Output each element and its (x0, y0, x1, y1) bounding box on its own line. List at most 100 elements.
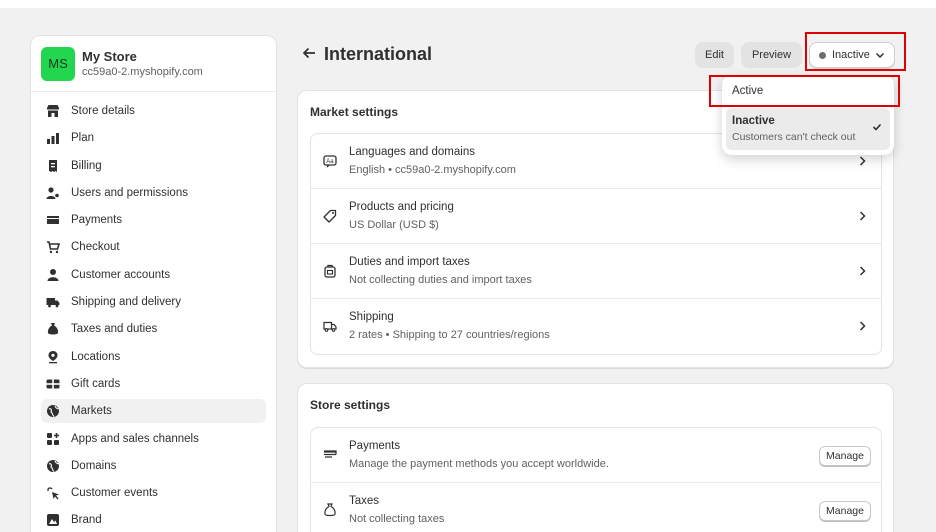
store-settings-card: Store settings Payments Manage the payme… (297, 383, 894, 532)
sidebar-item-apps[interactable]: Apps and sales channels (41, 427, 266, 451)
sidebar-item-brand[interactable]: Brand (41, 508, 266, 532)
sidebar-item-label: Brand (71, 514, 102, 527)
sidebar-item-label: Payments (71, 214, 123, 227)
duties-taxes-row[interactable]: Duties and import taxes Not collecting d… (311, 244, 881, 299)
option-label: Active (732, 85, 764, 97)
settings-sidebar: MS My Store cc59a0-2.myshopify.com Store… (30, 35, 277, 532)
chevron-right-icon (859, 211, 866, 221)
sidebar-item-shipping[interactable]: Shipping and delivery (41, 290, 266, 314)
person-icon (46, 268, 60, 282)
chevron-right-icon (859, 321, 866, 331)
market-settings-list: Aa Languages and domains English • cc59a… (310, 133, 882, 355)
card-title: Market settings (310, 105, 399, 119)
price-tag-icon (323, 209, 337, 223)
store-domain: cc59a0-2.myshopify.com (82, 66, 203, 78)
row-subtitle: Not collecting taxes (349, 513, 445, 525)
back-arrow-icon[interactable] (302, 46, 316, 60)
preview-button[interactable]: Preview (741, 42, 802, 68)
truck-icon (46, 295, 60, 309)
sidebar-item-label: Markets (71, 405, 112, 418)
chevron-down-icon (875, 52, 884, 59)
sidebar-item-billing[interactable]: Billing (41, 154, 266, 178)
row-subtitle: Manage the payment methods you accept wo… (349, 458, 609, 470)
edit-button[interactable]: Edit (695, 42, 734, 68)
store-name: My Store (82, 49, 137, 64)
sidebar-item-users[interactable]: Users and permissions (41, 181, 266, 205)
page-title: International (324, 44, 433, 64)
sidebar-item-checkout[interactable]: Checkout (41, 235, 266, 259)
sidebar-item-label: Checkout (71, 241, 120, 254)
sidebar-item-label: Billing (71, 159, 102, 172)
plan-icon (46, 131, 60, 145)
sidebar-item-label: Domains (71, 459, 117, 472)
sidebar-item-label: Users and permissions (71, 186, 188, 199)
duties-icon (324, 264, 336, 278)
sidebar-item-payments[interactable]: Payments (41, 208, 266, 232)
gift-card-icon (46, 377, 60, 391)
shipping-row[interactable]: Shipping 2 rates • Shipping to 27 countr… (311, 299, 881, 354)
status-dropdown-button[interactable]: Inactive (809, 42, 895, 68)
sidebar-item-label: Locations (71, 350, 121, 363)
sidebar-item-markets[interactable]: Markets (41, 399, 266, 424)
language-icon: Aa (323, 155, 337, 168)
store-settings-list: Payments Manage the payment methods you … (310, 427, 882, 532)
users-icon (46, 186, 60, 200)
manage-payments-button[interactable]: Manage (819, 446, 871, 466)
taxes-row: Taxes Not collecting taxes Manage (311, 483, 881, 532)
products-pricing-row[interactable]: Products and pricing US Dollar (USD $) (311, 189, 881, 244)
top-strip (0, 0, 936, 8)
checkmark-icon (872, 123, 882, 131)
sidebar-item-domains[interactable]: Domains (41, 454, 266, 478)
tax-icon (46, 322, 60, 336)
payments-row: Payments Manage the payment methods you … (311, 428, 881, 483)
sidebar-item-label: Customer accounts (71, 268, 171, 281)
store-avatar: MS (41, 46, 75, 81)
row-title: Products and pricing (349, 201, 454, 213)
apps-icon (46, 432, 60, 446)
manage-taxes-button[interactable]: Manage (819, 501, 871, 521)
billing-icon (46, 159, 60, 173)
svg-text:Aa: Aa (326, 159, 334, 165)
sidebar-item-gift-cards[interactable]: Gift cards (41, 372, 266, 396)
status-label: Inactive (832, 49, 870, 61)
sidebar-item-label: Apps and sales channels (71, 432, 199, 445)
tax-icon (324, 503, 336, 517)
sidebar-item-label: Shipping and delivery (71, 296, 181, 309)
sidebar-item-store-details[interactable]: Store details (41, 99, 266, 123)
brand-icon (46, 513, 60, 527)
sidebar-item-plan[interactable]: Plan (41, 126, 266, 150)
chevron-right-icon (859, 266, 866, 276)
row-title: Taxes (349, 495, 380, 507)
row-title: Duties and import taxes (349, 256, 470, 268)
row-title: Shipping (349, 311, 394, 323)
status-dropdown-menu: Active Inactive Customers can't check ou… (722, 75, 894, 155)
card-title: Store settings (310, 398, 391, 412)
sidebar-item-label: Store details (71, 105, 135, 117)
row-subtitle: 2 rates • Shipping to 27 countries/regio… (349, 329, 550, 341)
sidebar-item-label: Customer events (71, 487, 158, 500)
row-subtitle: English • cc59a0-2.myshopify.com (349, 164, 516, 176)
option-description: Customers can't check out (732, 131, 856, 143)
store-header[interactable]: MS My Store cc59a0-2.myshopify.com (31, 36, 276, 92)
cart-icon (46, 240, 60, 254)
sidebar-item-taxes[interactable]: Taxes and duties (41, 317, 266, 341)
store-icon (46, 104, 60, 118)
sidebar-item-customer-accounts[interactable]: Customer accounts (41, 263, 266, 287)
sidebar-item-label: Gift cards (71, 377, 121, 390)
sidebar-item-locations[interactable]: Locations (41, 345, 266, 369)
sidebar-item-label: Taxes and duties (71, 323, 158, 336)
sidebar-item-label: Plan (71, 132, 95, 145)
row-subtitle: US Dollar (USD $) (349, 219, 439, 231)
sidebar-item-customer-events[interactable]: Customer events (41, 481, 266, 505)
globe-icon (46, 459, 60, 473)
chevron-right-icon (859, 156, 866, 166)
status-option-active[interactable]: Active (726, 79, 890, 103)
status-dot-icon (819, 51, 826, 59)
payments-icon (324, 450, 337, 458)
status-option-inactive[interactable]: Inactive Customers can't check out (726, 108, 890, 150)
payments-icon (46, 213, 60, 227)
sidebar-nav: Store details Plan Billing Users and per… (31, 92, 276, 532)
cursor-icon (46, 486, 60, 500)
row-subtitle: Not collecting duties and import taxes (349, 274, 532, 286)
option-label: Inactive (732, 115, 775, 127)
